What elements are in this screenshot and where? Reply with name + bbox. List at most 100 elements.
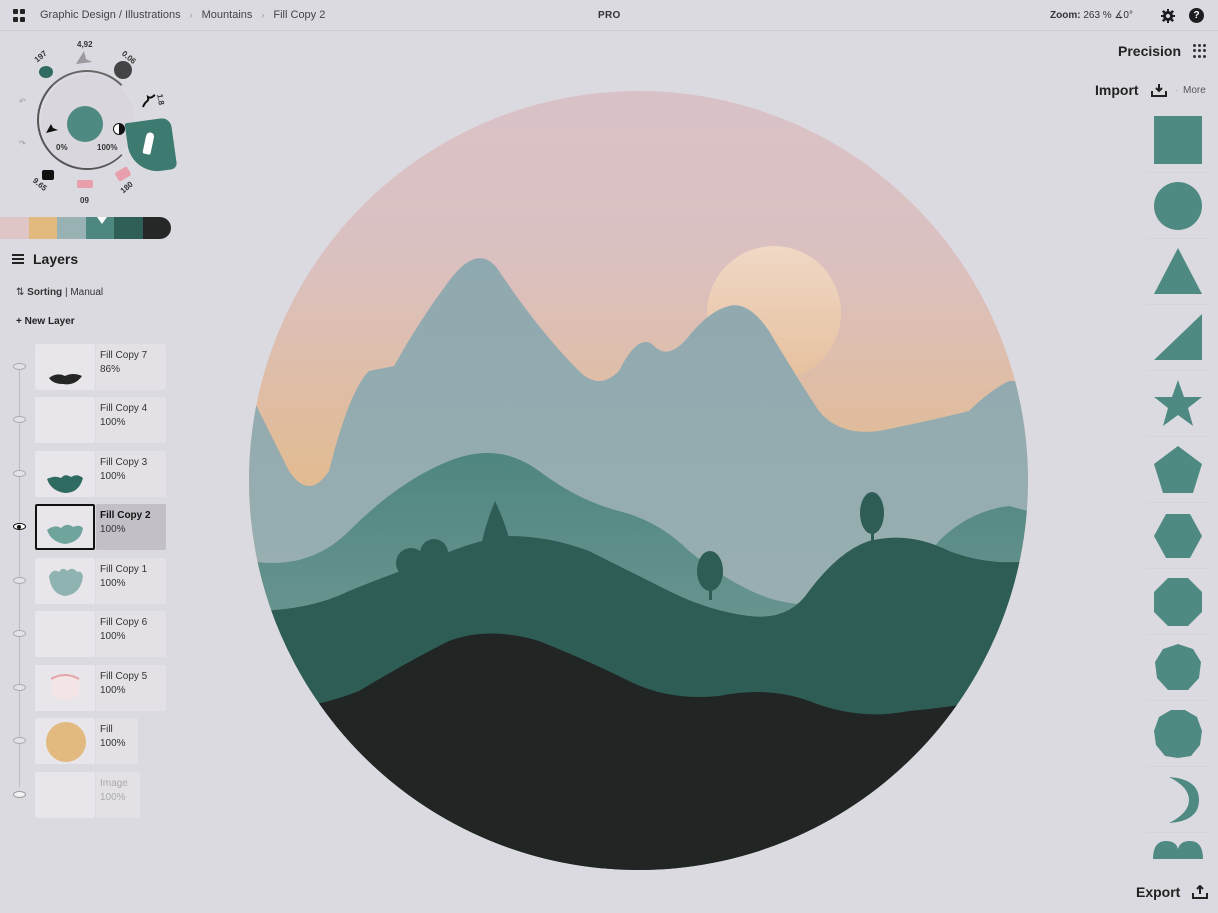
layer-thumbnail [35, 397, 95, 443]
current-color-swatch[interactable] [67, 106, 103, 142]
shape-square[interactable] [1146, 107, 1210, 173]
layer-thumbnail [35, 772, 95, 818]
layer-info: Fill Copy 6 100% [96, 611, 166, 657]
layer-thumbnail [35, 504, 95, 550]
layer-name: Fill [100, 724, 113, 735]
visibility-toggle-icon[interactable] [13, 630, 26, 637]
layer-name: Fill Copy 4 [100, 403, 148, 414]
eraser-tool-icon[interactable] [45, 121, 59, 135]
brush-icon [142, 131, 155, 155]
menu-icon [12, 254, 24, 264]
layer-thumbnail [35, 558, 95, 604]
shape-octagon[interactable] [1146, 569, 1210, 635]
visibility-toggle-icon[interactable] [13, 416, 26, 423]
layers-header[interactable]: Layers [12, 251, 78, 267]
shape-hexagon[interactable] [1146, 503, 1210, 569]
layer-opacity: 100% [100, 578, 126, 589]
breadcrumb-item-layer[interactable]: Fill Copy 2 [273, 9, 325, 22]
marker-tool-icon[interactable] [77, 180, 93, 188]
shape-decagon[interactable] [1146, 701, 1210, 767]
fill-tool-icon[interactable] [42, 170, 54, 180]
breadcrumb: Graphic Design / Illustrations › Mountai… [40, 9, 325, 22]
ink-tool-icon[interactable] [114, 61, 132, 79]
shape-crescent[interactable] [1146, 767, 1210, 833]
layer-row[interactable]: Fill Copy 7 86% [0, 343, 180, 391]
visibility-toggle-icon[interactable] [13, 684, 26, 691]
help-icon[interactable]: ? [1189, 8, 1204, 23]
palette-swatch[interactable] [57, 217, 86, 239]
layer-info: Fill Copy 2 100% [96, 504, 166, 550]
palette-swatch[interactable] [142, 217, 171, 239]
apps-grid-icon[interactable] [13, 9, 26, 22]
shape-library [1146, 107, 1210, 859]
shape-star[interactable] [1146, 371, 1210, 437]
shape-right-triangle[interactable] [1146, 305, 1210, 371]
visibility-toggle-icon[interactable] [13, 791, 26, 798]
layer-thumbnail [35, 344, 95, 390]
artwork-canvas[interactable] [249, 91, 1028, 870]
pen-tool-icon[interactable] [39, 66, 53, 78]
shape-nonagon[interactable] [1146, 635, 1210, 701]
palette-swatch[interactable] [0, 217, 29, 239]
layer-name: Image [100, 778, 128, 789]
visibility-toggle-icon[interactable] [13, 523, 26, 530]
layer-row[interactable]: Image 100% [0, 771, 180, 819]
sorting-control[interactable]: ⇅ Sorting | Manual [16, 287, 103, 298]
opacity-min-label: 0% [56, 143, 68, 152]
layer-thumbnail [35, 665, 95, 711]
sort-icon: ⇅ [16, 287, 28, 298]
layer-row[interactable]: Fill Copy 4 100% [0, 396, 180, 444]
import-button[interactable]: Import [1095, 82, 1139, 98]
visibility-toggle-icon[interactable] [13, 577, 26, 584]
shape-pentagon[interactable] [1146, 437, 1210, 503]
visibility-toggle-icon[interactable] [13, 363, 26, 370]
visibility-toggle-icon[interactable] [13, 737, 26, 744]
layer-info: Fill Copy 7 86% [96, 344, 166, 390]
pro-badge[interactable]: PRO [598, 10, 621, 21]
palette-swatch[interactable] [114, 217, 143, 239]
breadcrumb-item-folder[interactable]: Graphic Design / Illustrations [40, 9, 181, 22]
active-brush-tab[interactable] [124, 117, 178, 175]
layers-title: Layers [33, 251, 79, 267]
contrast-icon[interactable] [113, 123, 125, 135]
shape-triangle[interactable] [1146, 239, 1210, 305]
shape-double-arch[interactable] [1146, 833, 1210, 859]
airbrush-tool-icon[interactable] [74, 49, 94, 65]
breadcrumb-separator: › [261, 10, 265, 20]
gear-icon[interactable] [1161, 9, 1175, 23]
pencil-tool-icon[interactable] [141, 93, 157, 109]
layer-thumbnail [35, 718, 95, 764]
opacity-max-label: 100% [97, 143, 118, 152]
more-button[interactable]: More [1183, 85, 1206, 96]
layer-name: Fill Copy 1 [100, 564, 148, 575]
zoom-readout[interactable]: Zoom: 263 % ∡0° [1050, 10, 1133, 21]
layer-info: Fill Copy 4 100% [96, 397, 166, 443]
grid-dots-icon[interactable] [1193, 44, 1207, 58]
layer-thumbnail [35, 611, 95, 657]
new-layer-button[interactable]: + New Layer [16, 316, 75, 327]
breadcrumb-item-project[interactable]: Mountains [202, 9, 253, 22]
brush-size-label: 4,92 [77, 40, 93, 49]
palette-swatch[interactable] [28, 217, 57, 239]
precision-button[interactable]: Precision [1118, 43, 1181, 59]
upload-icon[interactable] [1192, 885, 1208, 899]
layer-opacity: 100% [100, 524, 126, 535]
layer-row[interactable]: Fill Copy 5 100% [0, 664, 180, 712]
layer-row[interactable]: Fill Copy 6 100% [0, 610, 180, 658]
layer-row[interactable]: Fill 100% [0, 717, 180, 765]
shape-circle[interactable] [1146, 173, 1210, 239]
download-icon[interactable] [1151, 83, 1167, 97]
layer-row[interactable]: Fill Copy 1 100% [0, 557, 180, 605]
layer-info: Fill 100% [96, 718, 138, 764]
redo-icon[interactable]: ↷ [19, 139, 26, 148]
layer-row[interactable]: Fill Copy 3 100% [0, 450, 180, 498]
separator: · [1175, 85, 1178, 95]
layer-row-active[interactable]: Fill Copy 2 100% [0, 503, 180, 551]
undo-icon[interactable]: ↶ [19, 97, 26, 106]
layer-name: Fill Copy 6 [100, 617, 148, 628]
export-button[interactable]: Export [1136, 884, 1180, 900]
palette-swatch-selected[interactable] [85, 217, 114, 239]
layer-opacity: 100% [100, 685, 126, 696]
visibility-toggle-icon[interactable] [13, 470, 26, 477]
breadcrumb-separator: › [189, 10, 193, 20]
